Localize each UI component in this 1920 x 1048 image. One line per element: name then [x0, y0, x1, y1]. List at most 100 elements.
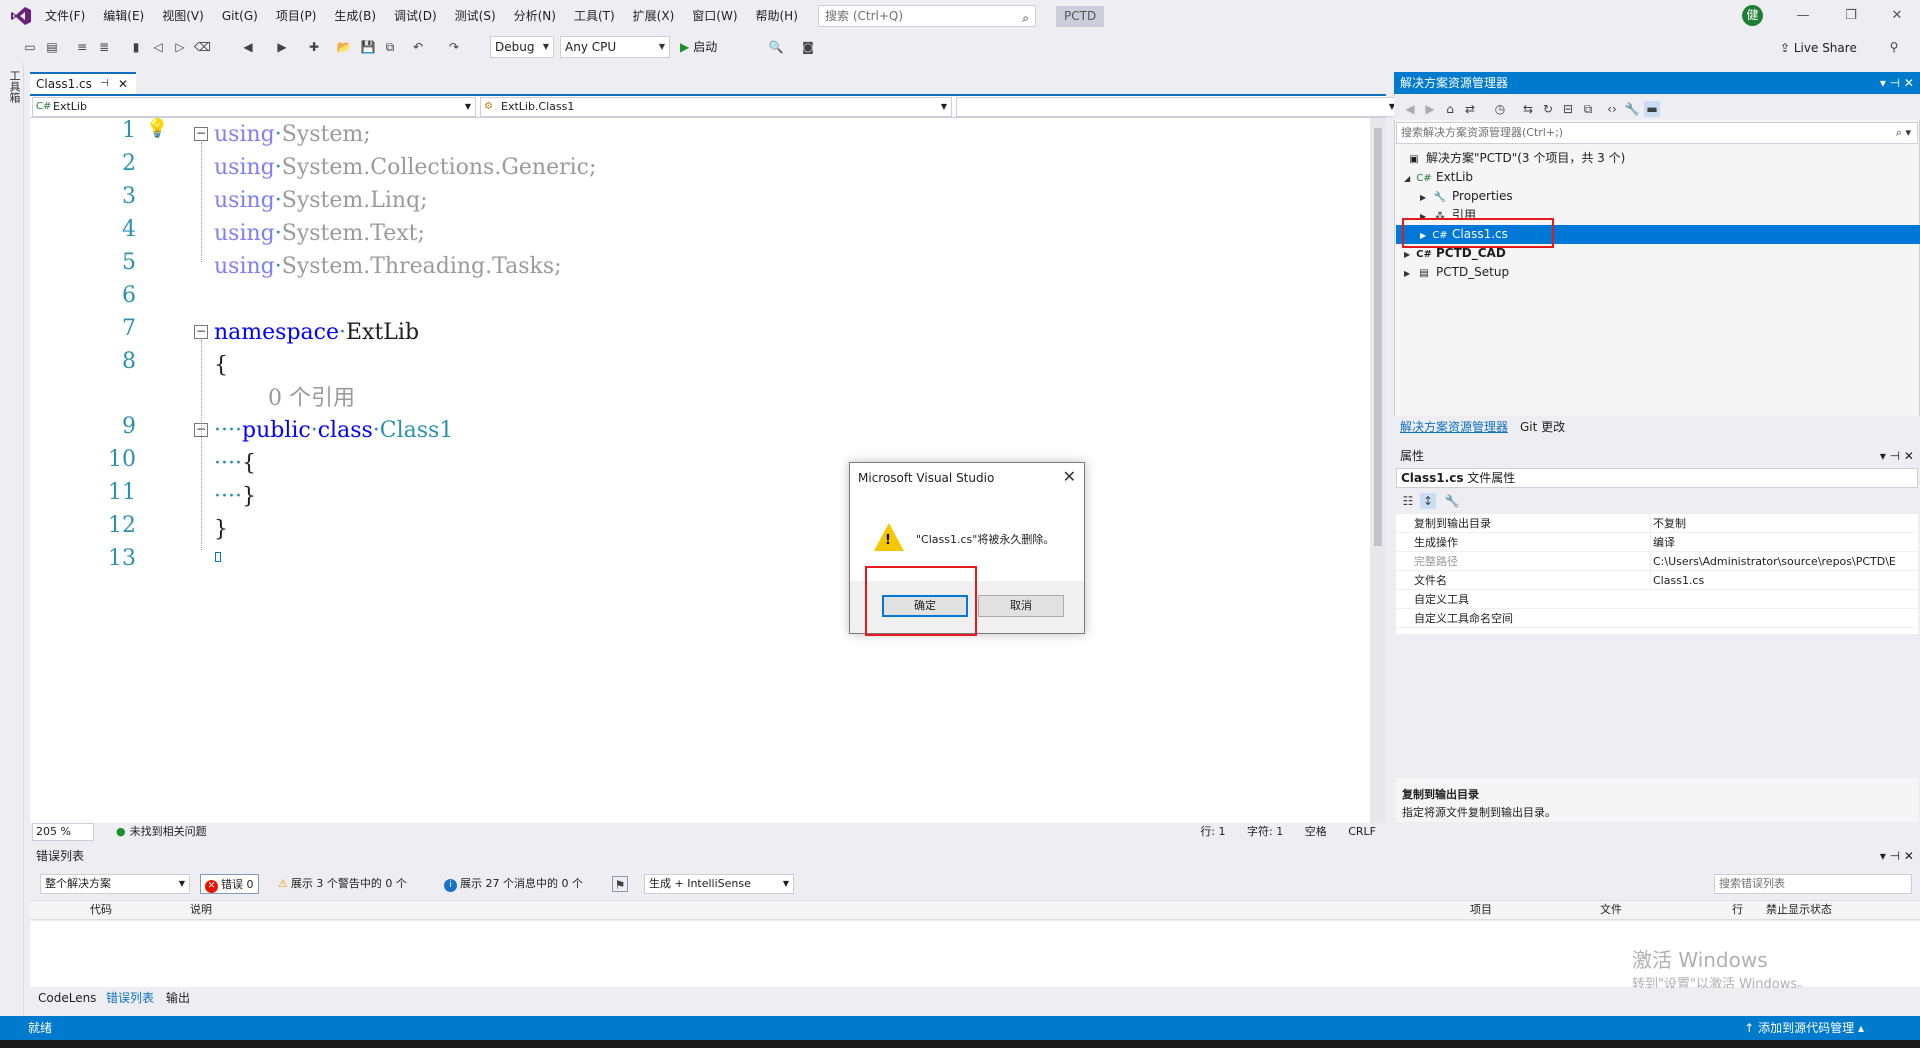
cancel-button[interactable]: 取消 — [978, 595, 1064, 617]
add-to-source-control-button[interactable]: ↑ 添加到源代码管理 ▴ — [1744, 1016, 1864, 1040]
collapsed-icon[interactable]: ▶ — [1404, 264, 1416, 283]
whitespace-indicator[interactable]: 空格 — [1305, 825, 1327, 838]
warnings-toggle-button[interactable]: ⚠ 展示 3 个警告中的 0 个 — [274, 874, 411, 894]
column-project[interactable]: 项目 — [1470, 901, 1492, 919]
next-bookmark-icon[interactable]: ▷ — [172, 39, 188, 55]
new-item-icon[interactable]: ▤ — [44, 39, 60, 55]
find-in-files-icon[interactable]: 🔍 — [768, 39, 784, 55]
expanded-icon[interactable]: ◢ — [1404, 169, 1416, 188]
restore-button[interactable]: ❐ — [1828, 0, 1874, 32]
property-pages-icon[interactable]: 🔧 — [1444, 493, 1460, 509]
property-row[interactable]: 自定义工具命名空间 — [1396, 609, 1918, 628]
lightbulb-icon[interactable]: 💡 — [146, 118, 168, 139]
menu-window[interactable]: 窗口(W) — [683, 0, 746, 32]
sync-icon[interactable]: ⇆ — [1520, 101, 1536, 117]
start-debug-button[interactable]: ▶ 启动 — [680, 36, 717, 58]
preview-icon[interactable]: ▬ — [1644, 101, 1660, 117]
column-line[interactable]: 行 — [1732, 901, 1743, 919]
column-file[interactable]: 文件 — [1600, 901, 1622, 919]
code-editor[interactable]: 1 2 3 4 5 6 7 8 9 10 11 12 13 − − − usin… — [30, 118, 1370, 823]
save-all-icon[interactable]: ⧉ — [382, 39, 398, 55]
property-value[interactable]: 编译 — [1650, 533, 1916, 552]
document-tab-class1[interactable]: Class1.cs ⊣ ✕ — [30, 72, 136, 94]
menu-file[interactable]: 文件(F) — [36, 0, 94, 32]
close-window-button[interactable]: ✕ — [1874, 0, 1920, 32]
tab-git-changes[interactable]: Git 更改 — [1520, 416, 1565, 438]
menu-help[interactable]: 帮助(H) — [747, 0, 807, 32]
editor-scrollbar[interactable] — [1370, 118, 1386, 823]
property-row[interactable]: 完整路径 C:\Users\Administrator\source\repos\… — [1396, 552, 1918, 571]
user-avatar[interactable]: 健 — [1742, 5, 1763, 26]
filter-icon[interactable]: ⚑ — [612, 876, 628, 892]
categorized-icon[interactable]: ☷ — [1400, 493, 1416, 509]
column-description[interactable]: 说明 — [190, 901, 212, 919]
errors-toggle-button[interactable]: ✕ 错误 0 — [200, 874, 259, 894]
messages-toggle-button[interactable]: i 展示 27 个消息中的 0 个 — [440, 874, 587, 894]
live-share-button[interactable]: ⇪ Live Share — [1780, 38, 1857, 58]
clear-bookmarks-icon[interactable]: ⌫ — [194, 39, 211, 55]
switch-views-icon[interactable]: ⇄ — [1462, 101, 1478, 117]
view-code-icon[interactable]: ‹› — [1604, 101, 1620, 117]
codelens-references[interactable]: 0 个引用 — [268, 380, 355, 412]
minimize-button[interactable]: — — [1780, 0, 1826, 32]
menu-edit[interactable]: 编辑(E) — [94, 0, 153, 32]
pending-changes-icon[interactable]: ◷ — [1492, 101, 1508, 117]
properties-icon[interactable]: 🔧 — [1624, 101, 1640, 117]
menu-analyze[interactable]: 分析(N) — [505, 0, 565, 32]
undo-icon[interactable]: ↶ — [410, 39, 426, 55]
scope-select[interactable]: 整个解决方案 ▼ — [40, 874, 190, 894]
tab-codelens[interactable]: CodeLens — [38, 988, 96, 1008]
navigate-back-icon[interactable]: ◀ — [240, 39, 256, 55]
tab-error-list[interactable]: 错误列表 — [106, 988, 154, 1008]
column-suppression[interactable]: 禁止显示状态 — [1766, 901, 1832, 919]
new-file-icon[interactable]: ✚ — [306, 39, 322, 55]
home-icon[interactable]: ⌂ — [1442, 101, 1458, 117]
new-project-icon[interactable]: ▭ — [22, 39, 38, 55]
panel-controls[interactable]: ▾ ⊣ ✕ — [1880, 446, 1914, 466]
menu-debug[interactable]: 调试(D) — [385, 0, 446, 32]
class-combo[interactable]: ⚙ ExtLib.Class1 ▼ — [480, 97, 952, 117]
uncomment-icon[interactable]: ≣ — [96, 39, 112, 55]
collapse-all-icon[interactable]: ⊟ — [1560, 101, 1576, 117]
menu-build[interactable]: 生成(B) — [325, 0, 385, 32]
toolbox-tab[interactable]: 工具箱 — [6, 70, 22, 103]
prev-bookmark-icon[interactable]: ◁ — [150, 39, 166, 55]
build-filter-select[interactable]: 生成 + IntelliSense ▼ — [644, 874, 794, 894]
tree-item-extlib[interactable]: ◢ C# ExtLib — [1404, 168, 1473, 187]
solution-explorer-search-input[interactable]: 搜索解决方案资源管理器(Ctrl+;) ⌕ ▾ — [1396, 122, 1918, 144]
collapse-usings-button[interactable]: − — [194, 127, 208, 141]
properties-object-select[interactable]: Class1.cs 文件属性 — [1396, 468, 1918, 488]
member-combo[interactable]: ▼ — [956, 97, 1400, 117]
menu-project[interactable]: 项目(P) — [267, 0, 326, 32]
property-row[interactable]: 文件名 Class1.cs — [1396, 571, 1918, 590]
tree-item-pctd-setup[interactable]: ▶ ▤ PCTD_Setup — [1404, 263, 1509, 282]
column-code[interactable]: 代码 — [90, 901, 112, 919]
tree-item-properties[interactable]: ▶ 🔧 Properties — [1420, 187, 1513, 206]
panel-controls[interactable]: ▾ ⊣ ✕ — [1880, 846, 1914, 866]
collapsed-icon[interactable]: ▶ — [1420, 188, 1432, 207]
back-icon[interactable]: ◀ — [1402, 101, 1418, 117]
property-value[interactable]: C:\Users\Administrator\source\repos\PCTD… — [1650, 552, 1916, 571]
close-tab-icon[interactable]: ✕ — [118, 74, 128, 94]
tab-solution-explorer[interactable]: 解决方案资源管理器 — [1400, 416, 1508, 438]
forward-icon[interactable]: ▶ — [1422, 101, 1438, 117]
comment-icon[interactable]: ≡ — [74, 39, 90, 55]
pin-icon[interactable]: ⊣ — [100, 74, 109, 94]
alphabetical-icon[interactable]: ↕ — [1420, 493, 1436, 509]
global-search-input[interactable]: 搜索 (Ctrl+Q) ⌕ — [818, 5, 1036, 27]
tree-item-solution[interactable]: ▣ 解决方案"PCTD"(3 个项目，共 3 个) — [1406, 149, 1625, 168]
redo-icon[interactable]: ↷ — [446, 39, 462, 55]
issues-indicator[interactable]: ● 未找到相关问题 — [116, 823, 207, 841]
menu-view[interactable]: 视图(V) — [153, 0, 213, 32]
refresh-icon[interactable]: ↻ — [1540, 101, 1556, 117]
menu-git[interactable]: Git(G) — [213, 0, 267, 32]
menu-extensions[interactable]: 扩展(X) — [624, 0, 684, 32]
property-row[interactable]: 复制到输出目录 不复制 — [1396, 514, 1918, 533]
navigate-forward-icon[interactable]: ▶ — [274, 39, 290, 55]
property-value[interactable]: Class1.cs — [1650, 571, 1916, 590]
menu-test[interactable]: 测试(S) — [446, 0, 505, 32]
zoom-select[interactable]: 205 % — [32, 823, 94, 841]
show-all-files-icon[interactable]: ⧉ — [1580, 101, 1596, 117]
screenshot-icon[interactable]: ◙ — [800, 39, 816, 55]
collapse-namespace-button[interactable]: − — [194, 325, 208, 339]
